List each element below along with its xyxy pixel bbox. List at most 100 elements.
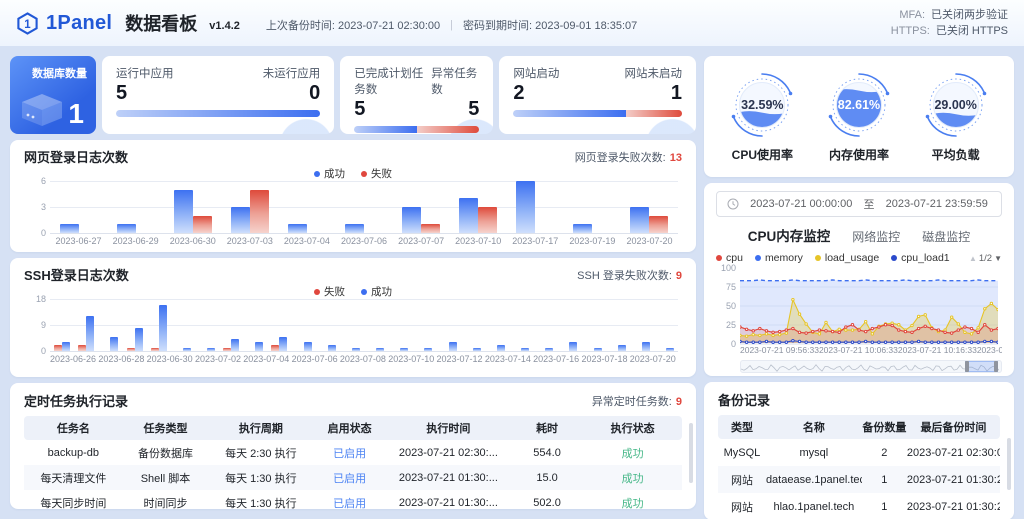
gauge-1[interactable]: 82.61%内存使用率 <box>824 70 894 163</box>
monitor-xaxis: 2023-07-21 09:56:332023-07-21 10:06:3320… <box>740 345 1002 355</box>
table-row: 网站dataease.1panel.tech12023-07-21 01:30:… <box>718 466 1000 493</box>
backup-scrollbar-thumb[interactable] <box>1007 438 1011 490</box>
gauge-value: 29.00% <box>921 70 991 140</box>
monitor-legend-load_usage[interactable]: load_usage <box>815 252 879 264</box>
table-cell: 2 <box>862 447 907 459</box>
gauge-0[interactable]: 32.59%CPU使用率 <box>727 70 797 163</box>
sites-down-label: 网站未启动 <box>625 65 683 81</box>
tab-CPU内存监控[interactable]: CPU内存监控 <box>748 225 831 245</box>
websites-card[interactable]: 网站启动 网站未启动 2 1 <box>499 56 696 134</box>
bar-失败 <box>223 348 231 351</box>
date-end-input[interactable]: 2023-07-21 23:59:59 <box>883 198 992 210</box>
table-row: 网站hlao.1panel.tech12023-07-21 01:30:21 <box>718 493 1000 519</box>
bar-成功 <box>231 207 250 233</box>
x-tick-label: 2023-07-20 <box>630 354 676 364</box>
ssh-login-xaxis: 2023-06-262023-06-282023-06-302023-07-02… <box>50 354 678 364</box>
table-cell: 备份数据库 <box>123 445 209 461</box>
monitor-yaxis: 1007550250 <box>716 267 740 345</box>
https-value: 已关闭 HTTPS <box>936 25 1008 37</box>
onepanel-logo-icon: 1 <box>16 12 39 35</box>
ssh-login-fail-label: SSH 登录失败次数: <box>577 270 672 282</box>
gauge-canvas: 29.00% <box>921 70 991 140</box>
sites-down-value: 1 <box>671 82 682 105</box>
monitor-y-tick: 50 <box>726 301 736 311</box>
table-cell: 2023-07-21 01:30:... <box>386 497 511 509</box>
legend-dot-icon <box>314 171 320 177</box>
bar-group <box>316 345 340 351</box>
https-label: HTTPS: <box>891 25 930 37</box>
gauge-2[interactable]: 29.00%平均负载 <box>921 70 991 163</box>
bar-group <box>340 348 364 351</box>
web-legend-label: 失败 <box>371 166 392 181</box>
bar-失败 <box>151 348 159 351</box>
monitor-legend-memory[interactable]: memory <box>755 252 803 264</box>
x-tick-label: 2023-07-16 <box>533 354 579 364</box>
bar-成功 <box>400 348 408 351</box>
database-count-card[interactable]: 数据库数量 1 <box>10 56 96 134</box>
pager-down-icon[interactable]: ▼ <box>994 254 1002 263</box>
table-cell: 网站 <box>718 499 766 515</box>
apps-card[interactable]: 运行中应用 未运行应用 5 0 <box>102 56 334 134</box>
table-cell: 1 <box>862 501 907 513</box>
y-tick-label: 9 <box>26 320 46 330</box>
apps-running-label: 运行中应用 <box>116 65 174 81</box>
apps-running-value: 5 <box>116 82 127 105</box>
web-login-panel: 网页登录日志次数 网页登录失败次数:13 成功失败 036 2023-06-27… <box>10 140 696 252</box>
web-login-xaxis: 2023-06-272023-06-292023-06-302023-07-03… <box>50 236 678 246</box>
bar-group <box>267 337 291 351</box>
ssh-legend-成功[interactable]: 成功 <box>361 284 392 299</box>
table-cell: Shell 脚本 <box>123 470 209 486</box>
bar-group <box>557 342 581 351</box>
table-cell: 每天同步时间 <box>24 495 123 510</box>
y-tick-label: 18 <box>26 294 46 304</box>
monitor-legend-label: cpu_load1 <box>901 252 949 264</box>
legend-dot-icon <box>815 255 821 261</box>
sites-progress-blue <box>513 110 626 117</box>
datazoom-window[interactable] <box>965 361 999 372</box>
date-start-input[interactable]: 2023-07-21 00:00:00 <box>747 198 856 210</box>
ssh-legend-失败[interactable]: 失败 <box>314 284 345 299</box>
cron-tasks-panel: 定时任务执行记录 异常定时任务数:9 任务名任务类型执行周期启用状态执行时间耗时… <box>10 383 696 509</box>
cronjobs-card[interactable]: 已完成计划任务数 异常任务数 5 5 <box>340 56 493 134</box>
datazoom-slider[interactable] <box>740 360 1002 373</box>
table-cell: 2023-07-21 01:30:21 <box>907 474 1000 486</box>
bar-失败 <box>54 345 62 351</box>
tab-磁盘监控[interactable]: 磁盘监控 <box>922 228 970 245</box>
tab-网络监控[interactable]: 网络监控 <box>852 228 900 245</box>
web-legend-成功[interactable]: 成功 <box>314 166 345 181</box>
legend-dot-icon <box>755 255 761 261</box>
app-header: 1 1Panel 数据看板 v1.4.2 上次备份时间: 2023-07-21 … <box>0 0 1024 46</box>
stats-row: 数据库数量 1 运行中应用 未运行应用 5 0 <box>10 56 696 134</box>
date-range-picker[interactable]: 2023-07-21 00:00:00 至 2023-07-21 23:59:5… <box>716 191 1002 217</box>
monitor-panel: 2023-07-21 00:00:00 至 2023-07-21 23:59:5… <box>704 183 1014 376</box>
x-tick-label: 2023-06-28 <box>98 354 144 364</box>
table-cell: 每天清理文件 <box>24 470 123 486</box>
bar-group <box>98 337 122 351</box>
bar-成功 <box>521 348 529 351</box>
main-content: 数据库数量 1 运行中应用 未运行应用 5 0 <box>0 46 1024 519</box>
tasks-scrollbar-thumb[interactable] <box>689 423 693 483</box>
tasks-title: 定时任务执行记录 <box>24 391 128 410</box>
svg-text:1: 1 <box>24 18 31 30</box>
web-legend-失败[interactable]: 失败 <box>361 166 392 181</box>
brand: 1 1Panel 数据看板 v1.4.2 <box>16 10 240 36</box>
bar-失败 <box>78 345 86 351</box>
bar-失败 <box>649 216 668 233</box>
monitor-legend-cpu_load1[interactable]: cpu_load1 <box>891 252 949 264</box>
datazoom-handle-right[interactable] <box>994 361 998 372</box>
bar-成功 <box>117 224 136 233</box>
bar-成功 <box>594 348 602 351</box>
x-tick-label: 2023-07-19 <box>564 236 621 246</box>
pager-up-icon[interactable]: ▲ <box>969 254 977 263</box>
web-login-title: 网页登录日志次数 <box>24 147 128 166</box>
tasks-abnormal: 异常定时任务数:9 <box>592 393 682 409</box>
bar-成功 <box>345 224 364 233</box>
datazoom-handle-left[interactable] <box>965 361 969 372</box>
bar-group <box>171 348 195 351</box>
table-cell: 1 <box>862 474 907 486</box>
cron-done-label: 已完成计划任务数 <box>354 65 431 97</box>
table-cell: MySQL <box>718 447 766 459</box>
table-cell: 成功 <box>583 445 682 461</box>
y-tick-label: 6 <box>26 176 46 186</box>
bar-group <box>461 348 485 351</box>
